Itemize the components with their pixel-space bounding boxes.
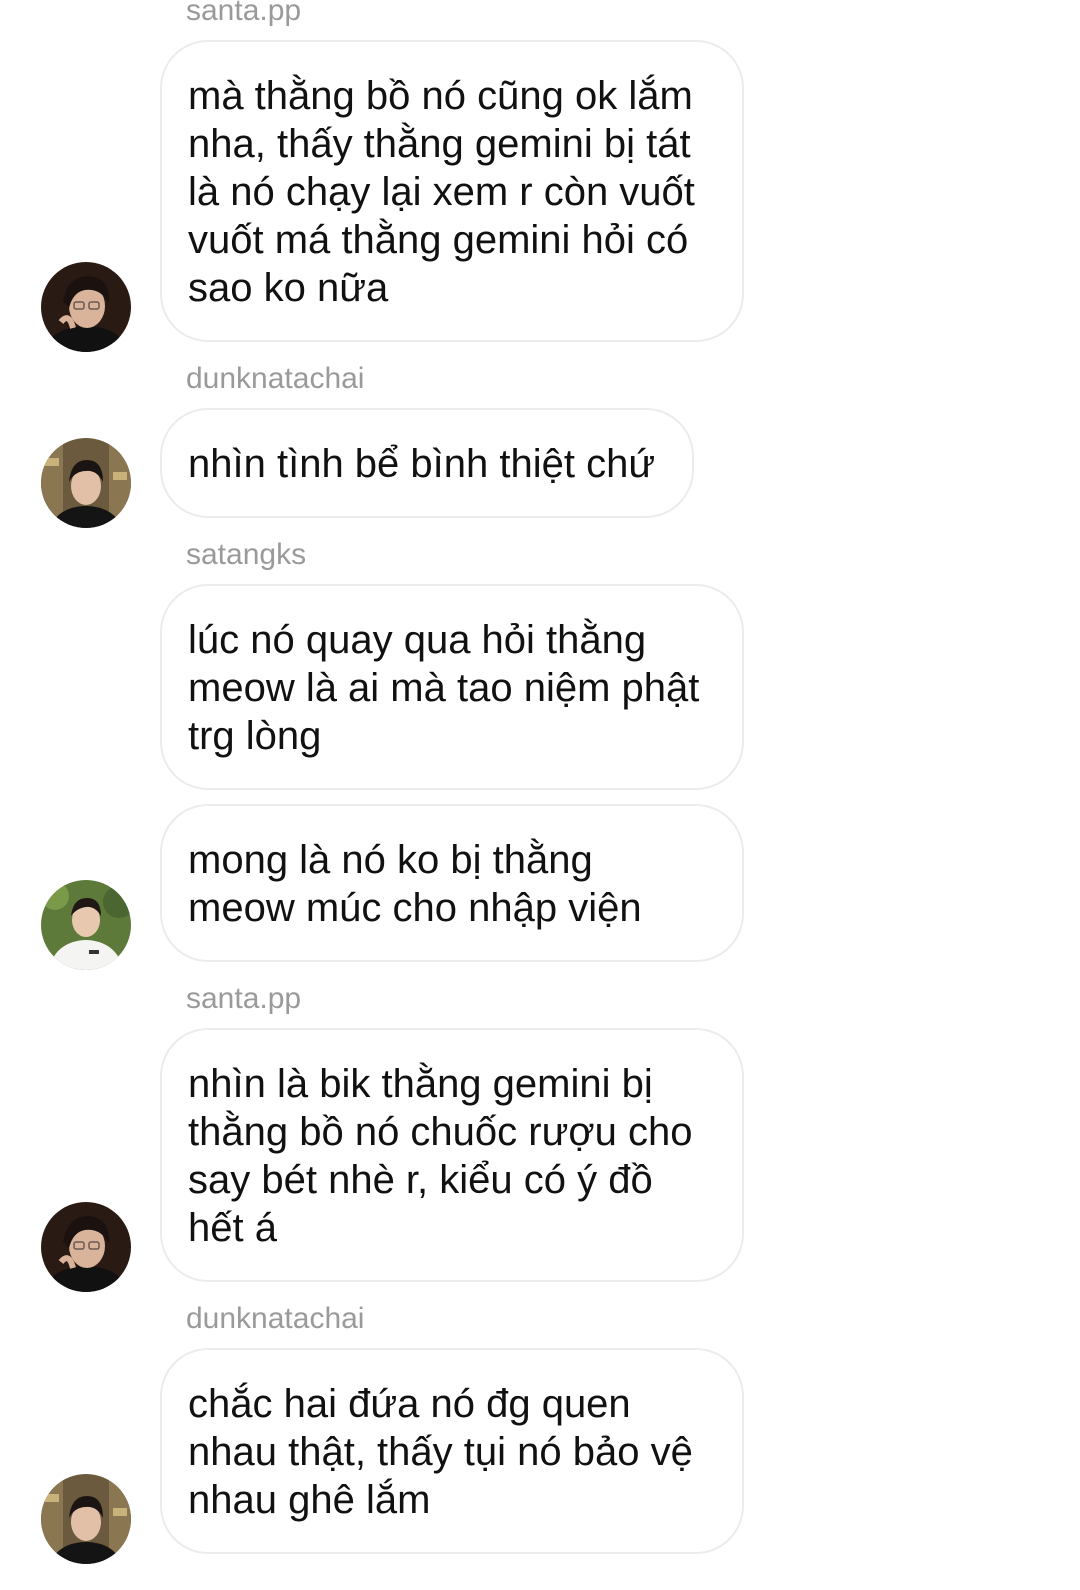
user-avatar-icon: [41, 1474, 131, 1564]
sender-name: satangks: [186, 538, 307, 571]
message-bubble[interactable]: chắc hai đứa nó đg quen nhau thật, thấy …: [160, 1348, 744, 1554]
message-bubble[interactable]: mà thằng bồ nó cũng ok lắm nha, thấy thằ…: [160, 40, 744, 342]
sender-name: santa.pp: [186, 0, 302, 27]
message-bubble[interactable]: nhìn là bik thằng gemini bị thằng bồ nó …: [160, 1028, 744, 1282]
user-avatar-icon: [41, 262, 131, 352]
message-bubble[interactable]: lúc nó quay qua hỏi thằng meow là ai mà …: [160, 584, 744, 790]
user-avatar-icon: [41, 1202, 131, 1292]
avatar[interactable]: [41, 262, 131, 352]
sender-name: dunknatachai: [186, 362, 365, 395]
avatar[interactable]: [41, 438, 131, 528]
message-bubble[interactable]: nhìn tình bể bình thiệt chứ: [160, 408, 694, 518]
sender-name: santa.pp: [186, 982, 302, 1015]
message-thread: santa.pp mà thằng bồ nó cũng ok lắm nha,…: [0, 0, 1080, 1590]
avatar[interactable]: [41, 1474, 131, 1564]
user-avatar-icon: [41, 880, 131, 970]
avatar[interactable]: [41, 1202, 131, 1292]
user-avatar-icon: [41, 438, 131, 528]
sender-name: dunknatachai: [186, 1302, 365, 1335]
avatar[interactable]: [41, 880, 131, 970]
message-bubble[interactable]: mong là nó ko bị thằng meow múc cho nhập…: [160, 804, 744, 962]
